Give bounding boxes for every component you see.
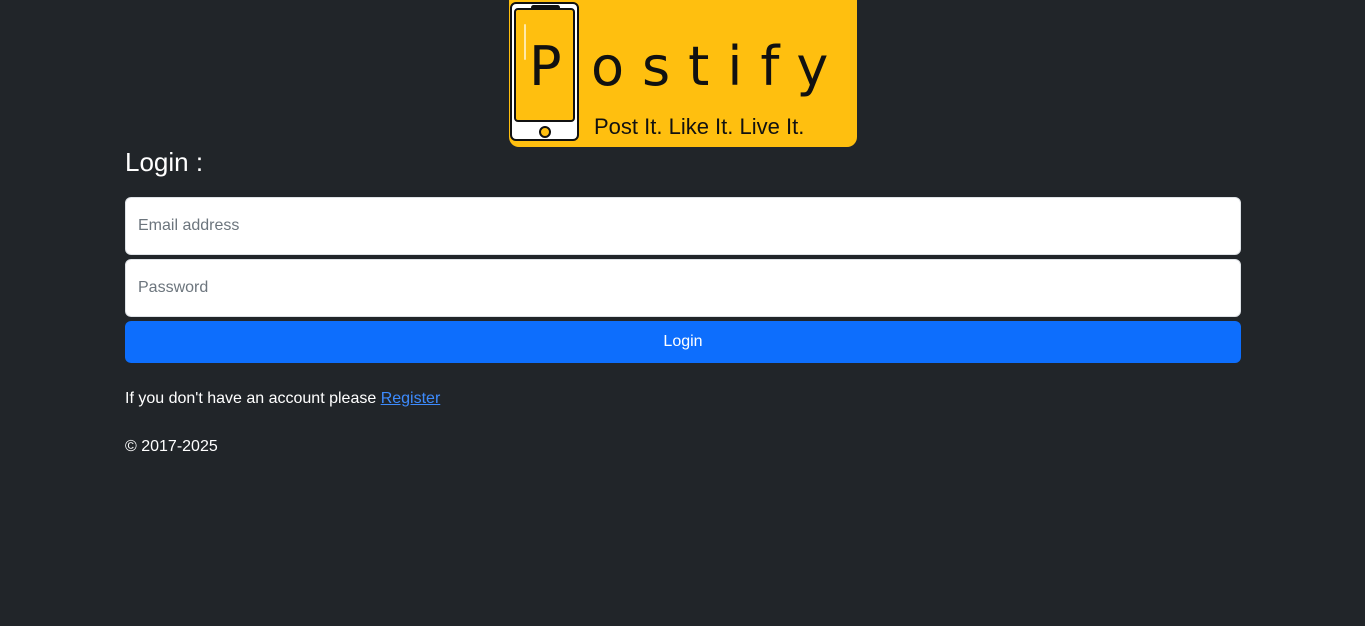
password-field[interactable]: [125, 259, 1241, 317]
logo-wordmark: ostify: [591, 35, 847, 98]
logo-wordmark-initial: P: [529, 35, 562, 98]
phone-notch: [531, 5, 560, 10]
login-page: P ostify Post It. Like It. Live It. Logi…: [0, 0, 1365, 626]
phone-home-button: [539, 126, 551, 138]
email-field[interactable]: [125, 197, 1241, 255]
phone-glare: [524, 24, 526, 60]
register-link[interactable]: Register: [381, 390, 441, 407]
copyright-footer: © 2017-2025: [125, 438, 218, 455]
login-button[interactable]: Login: [125, 321, 1241, 363]
register-prompt: If you don't have an account please Regi…: [125, 387, 440, 411]
register-prompt-text: If you don't have an account please: [125, 390, 381, 407]
login-heading: Login :: [125, 147, 204, 177]
postify-logo: P ostify Post It. Like It. Live It.: [509, 0, 857, 147]
logo-tagline: Post It. Like It. Live It.: [594, 114, 805, 139]
